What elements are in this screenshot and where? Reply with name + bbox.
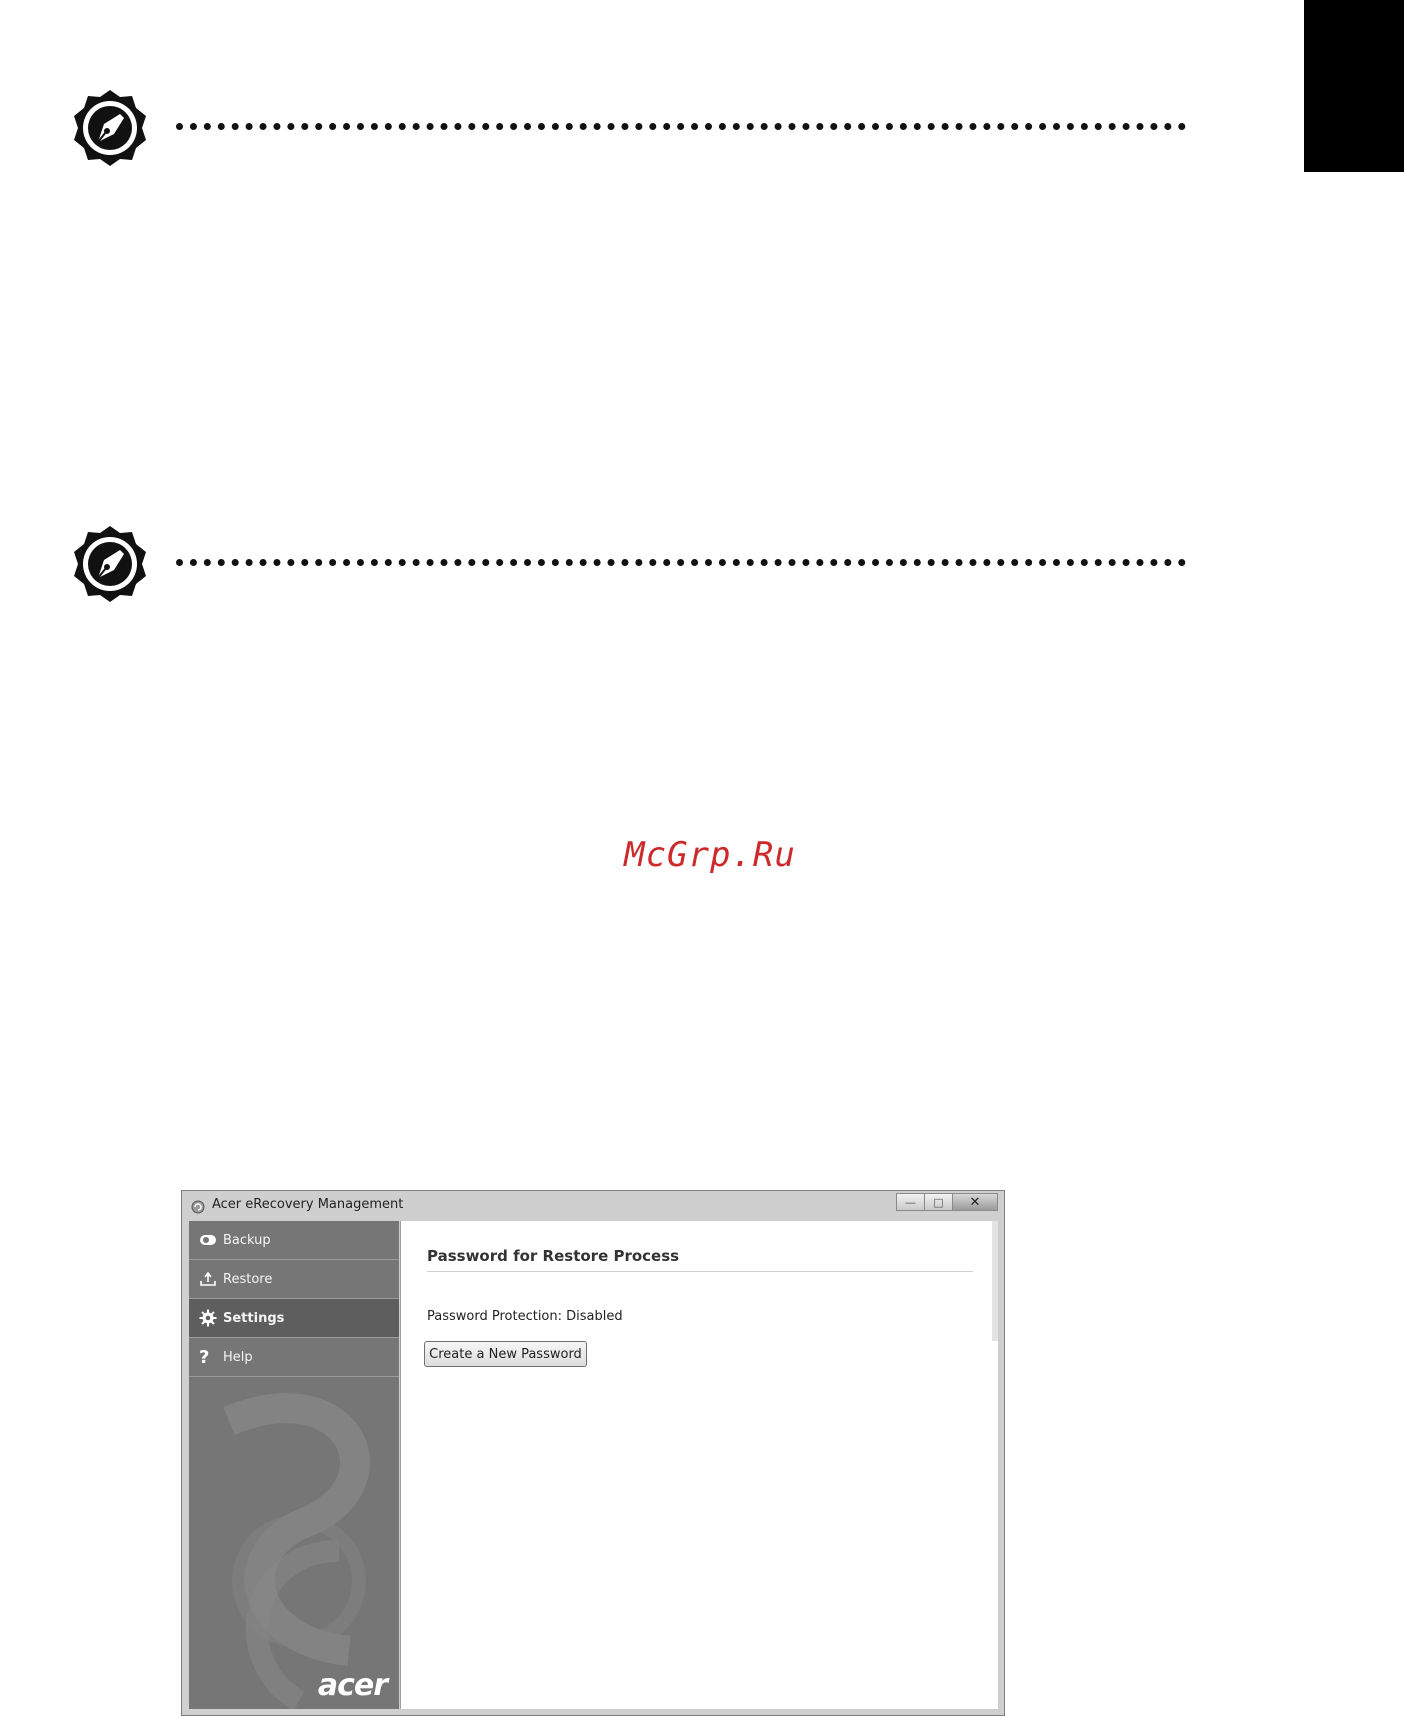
sidebar-item-label: Settings xyxy=(223,1310,285,1326)
sidebar-item-help[interactable]: ? Help xyxy=(189,1338,399,1377)
sidebar-item-restore[interactable]: Restore xyxy=(189,1260,399,1299)
gear-icon xyxy=(199,1308,221,1328)
acer-logo: acer xyxy=(317,1668,388,1703)
maximize-button[interactable]: □ xyxy=(924,1193,952,1211)
note-pen-icon xyxy=(74,90,146,166)
close-button[interactable]: ✕ xyxy=(952,1193,998,1211)
sidebar-item-label: Help xyxy=(223,1349,253,1365)
sidebar-item-label: Restore xyxy=(223,1271,273,1287)
section-title: Password for Restore Process xyxy=(427,1247,973,1272)
window-titlebar[interactable]: Acer eRecovery Management — □ ✕ xyxy=(182,1191,1004,1221)
window-controls: — □ ✕ xyxy=(896,1193,998,1213)
content-panel: Password for Restore Process Password Pr… xyxy=(400,1221,998,1709)
app-window: Acer eRecovery Management — □ ✕ Backup R… xyxy=(181,1190,1005,1716)
backup-icon xyxy=(199,1230,221,1250)
app-icon xyxy=(191,1200,205,1214)
sidebar: Backup Restore Settings ? Help acer xyxy=(189,1221,399,1709)
dotted-rule xyxy=(176,123,1186,130)
minimize-button[interactable]: — xyxy=(896,1193,924,1211)
sidebar-item-label: Backup xyxy=(223,1232,271,1248)
scrollbar[interactable] xyxy=(992,1221,998,1341)
sidebar-item-backup[interactable]: Backup xyxy=(189,1221,399,1260)
note-block-1 xyxy=(70,88,1200,178)
sidebar-item-settings[interactable]: Settings xyxy=(189,1299,399,1338)
window-title: Acer eRecovery Management xyxy=(212,1197,404,1212)
note-pen-icon xyxy=(74,526,146,602)
restore-icon xyxy=(199,1269,221,1289)
help-icon: ? xyxy=(199,1346,210,1368)
dotted-rule xyxy=(176,559,1186,566)
create-password-button[interactable]: Create a New Password xyxy=(424,1341,587,1367)
chapter-tab-block xyxy=(1304,0,1404,172)
note-block-2 xyxy=(70,524,1200,614)
watermark-text: McGrp.Ru xyxy=(624,835,796,875)
password-status: Password Protection: Disabled xyxy=(427,1309,623,1324)
